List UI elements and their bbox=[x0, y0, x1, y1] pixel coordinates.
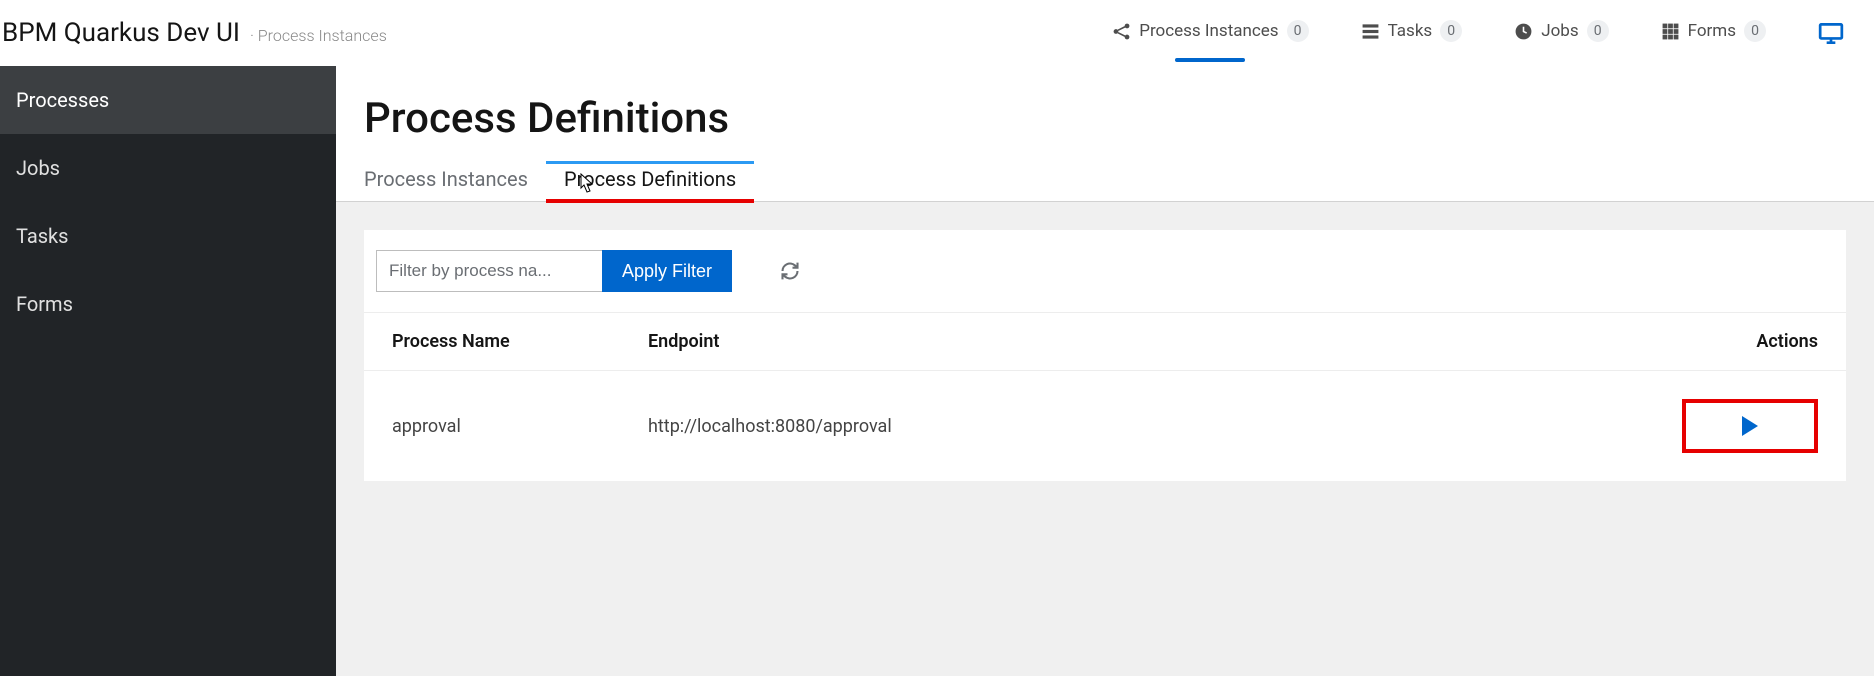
cell-process-name: approval bbox=[392, 416, 648, 437]
share-icon bbox=[1112, 22, 1131, 41]
apply-filter-button[interactable]: Apply Filter bbox=[602, 250, 732, 292]
run-action-button[interactable] bbox=[1682, 399, 1818, 453]
panel: Apply Filter Process Name Endpoint Actio… bbox=[364, 230, 1846, 481]
nav-badge: 0 bbox=[1440, 20, 1462, 42]
sidebar-item-jobs[interactable]: Jobs bbox=[0, 134, 336, 202]
page-title: Process Definitions bbox=[336, 66, 1874, 163]
sidebar-item-tasks[interactable]: Tasks bbox=[0, 202, 336, 270]
brand-name: BPM Quarkus Dev UI bbox=[2, 18, 240, 48]
top-bar: BPM Quarkus Dev UI · Process Instances P… bbox=[0, 0, 1874, 66]
refresh-icon[interactable] bbox=[780, 261, 800, 281]
monitor-icon[interactable] bbox=[1818, 22, 1844, 44]
tabs: Process Instances Process Definitions bbox=[336, 163, 1874, 202]
main-content: Process Definitions Process Instances Pr… bbox=[336, 66, 1874, 676]
column-process-name: Process Name bbox=[392, 331, 648, 352]
filter-input[interactable] bbox=[376, 250, 602, 292]
nav-label: Process Instances bbox=[1139, 21, 1278, 41]
nav-process-instances[interactable]: Process Instances 0 bbox=[1112, 20, 1308, 46]
nav-badge: 0 bbox=[1744, 20, 1766, 42]
sidebar-item-processes[interactable]: Processes bbox=[0, 66, 336, 134]
nav-badge: 0 bbox=[1587, 20, 1609, 42]
column-endpoint: Endpoint bbox=[648, 331, 1638, 352]
clock-icon bbox=[1514, 22, 1533, 41]
top-nav: Process Instances 0 Tasks 0 Jobs 0 Forms… bbox=[1112, 20, 1854, 46]
nav-label: Tasks bbox=[1388, 21, 1433, 41]
nav-label: Jobs bbox=[1541, 21, 1578, 41]
sidebar: Processes Jobs Tasks Forms bbox=[0, 66, 336, 676]
column-actions: Actions bbox=[1638, 331, 1818, 352]
brand-section: · Process Instances bbox=[250, 26, 387, 45]
tasks-icon bbox=[1361, 22, 1380, 41]
cell-endpoint: http://localhost:8080/approval bbox=[648, 416, 1638, 437]
tab-process-instances[interactable]: Process Instances bbox=[364, 163, 528, 201]
nav-label: Forms bbox=[1688, 21, 1736, 41]
brand-title: BPM Quarkus Dev UI · Process Instances bbox=[2, 18, 387, 48]
sidebar-item-forms[interactable]: Forms bbox=[0, 270, 336, 338]
play-icon bbox=[1742, 416, 1758, 436]
filter-toolbar: Apply Filter bbox=[364, 230, 1846, 312]
nav-forms[interactable]: Forms 0 bbox=[1661, 20, 1766, 46]
nav-badge: 0 bbox=[1287, 20, 1309, 42]
nav-jobs[interactable]: Jobs 0 bbox=[1514, 20, 1608, 46]
table-header: Process Name Endpoint Actions bbox=[364, 312, 1846, 371]
grid-icon bbox=[1661, 22, 1680, 41]
table-row: approval http://localhost:8080/approval bbox=[364, 371, 1846, 481]
nav-tasks[interactable]: Tasks 0 bbox=[1361, 20, 1463, 46]
tab-process-definitions[interactable]: Process Definitions bbox=[564, 163, 736, 201]
